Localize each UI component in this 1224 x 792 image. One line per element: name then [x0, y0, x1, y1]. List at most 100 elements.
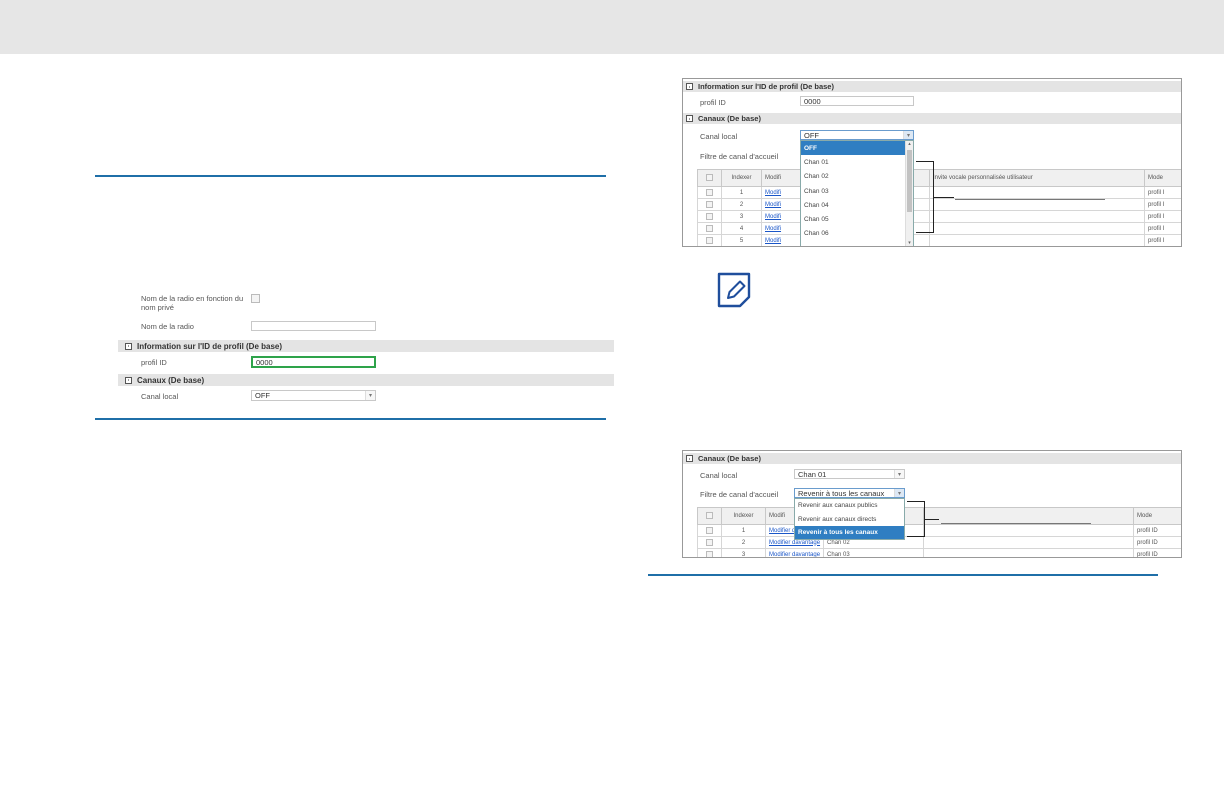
scrollbar-thumb[interactable]: [907, 150, 912, 212]
dropdown-scrollbar[interactable]: ▴ ▾: [905, 141, 913, 246]
right-bottom-screenshot-panel: Canaux (De base) Canal local Chan 01 ▾ F…: [682, 450, 1182, 558]
dropdown-option[interactable]: Revenir aux canaux publics: [795, 499, 904, 513]
scroll-down-icon[interactable]: ▾: [906, 240, 913, 246]
local-channel-label: Canal local: [700, 471, 738, 480]
radio-name-by-private-checkbox[interactable]: [251, 294, 260, 303]
row-name: Chan 03: [823, 548, 925, 557]
dropdown-option[interactable]: OFF: [801, 141, 913, 156]
row-prompt: [923, 548, 1135, 557]
annotation-leader: [934, 197, 954, 198]
collapse-icon[interactable]: [686, 83, 693, 90]
dropdown-option[interactable]: Chan 02: [801, 170, 913, 184]
dropdown-option[interactable]: Chan 01: [801, 155, 913, 169]
annotation-bracket: [907, 501, 925, 537]
row-mode: profil I: [1144, 210, 1181, 223]
collapse-icon[interactable]: [125, 342, 132, 350]
row-modify-link[interactable]: Modifi: [765, 214, 781, 220]
row-modify-link[interactable]: Modifier davantage: [769, 552, 820, 558]
dropdown-option[interactable]: Chan 03: [801, 184, 913, 198]
profile-id-input[interactable]: 0000: [251, 356, 376, 368]
scroll-up-icon[interactable]: ▴: [906, 141, 913, 147]
col-mode[interactable]: Mode: [1144, 169, 1181, 187]
local-channel-select[interactable]: Chan 01 ▾: [794, 469, 905, 479]
row-checkbox[interactable]: [706, 236, 713, 244]
dropdown-option[interactable]: Chan 06: [801, 227, 913, 241]
profile-section-header[interactable]: Information sur l'ID de profil (De base): [683, 81, 1181, 92]
row-checkbox[interactable]: [706, 550, 713, 557]
table-row[interactable]: 5 Modifi profil I: [697, 234, 1181, 246]
local-channel-value: OFF: [255, 391, 270, 400]
collapse-icon[interactable]: [686, 115, 693, 122]
row-voice-prompt: [929, 198, 1145, 211]
annotation-leader: [925, 519, 939, 520]
table-row[interactable]: 4 Modifi profil I: [697, 222, 1181, 235]
col-mode[interactable]: Mode: [1133, 507, 1181, 525]
chevron-down-icon[interactable]: ▾: [365, 391, 375, 400]
local-channel-label: Canal local: [141, 392, 179, 401]
row-modify-link[interactable]: Modifi: [765, 238, 781, 244]
channels-section-header[interactable]: Canaux (De base): [683, 113, 1181, 124]
profile-section-header[interactable]: Information sur l'ID de profil (De base): [118, 340, 614, 352]
row-checkbox[interactable]: [706, 526, 713, 534]
profile-id-input[interactable]: 0000: [800, 96, 914, 106]
dropdown-option[interactable]: Revenir à tous les canaux: [795, 526, 904, 539]
radio-name-input[interactable]: [251, 321, 376, 331]
row-index: 4: [721, 222, 762, 235]
right-top-screenshot-panel: Information sur l'ID de profil (De base)…: [682, 78, 1182, 247]
row-index: 3: [721, 210, 762, 223]
chevron-down-icon[interactable]: ▾: [903, 131, 913, 139]
local-channel-value: Chan 01: [798, 469, 827, 479]
home-filter-label: Filtre de canal d'accueil: [700, 152, 779, 161]
home-filter-label: Filtre de canal d'accueil: [700, 490, 779, 499]
radio-name-label: Nom de la radio: [141, 322, 194, 331]
dropdown-option[interactable]: Revenir aux canaux directs: [795, 513, 904, 527]
annotation-line: [941, 523, 1091, 524]
select-all-checkbox[interactable]: [706, 512, 713, 520]
radio-name-by-private-label: Nom de la radio en fonction du nom privé: [141, 294, 244, 312]
local-channel-value: OFF: [804, 130, 819, 140]
section-rule-right: [648, 574, 1158, 576]
row-checkbox[interactable]: [706, 212, 713, 220]
row-checkbox[interactable]: [706, 188, 713, 196]
home-filter-dropdown[interactable]: Revenir aux canaux publics Revenir aux c…: [794, 498, 905, 540]
select-all-checkbox[interactable]: [706, 174, 713, 182]
row-prompt: [923, 524, 1135, 537]
collapse-icon[interactable]: [125, 376, 132, 384]
row-modify-link[interactable]: Modifi: [765, 202, 781, 208]
channels-section-header[interactable]: Canaux (De base): [683, 453, 1181, 464]
chevron-down-icon[interactable]: ▾: [894, 470, 904, 478]
page-header-band: [0, 0, 1224, 54]
section-rule-bottom: [95, 418, 606, 420]
chevron-down-icon[interactable]: ▾: [894, 489, 904, 497]
row-mode: profil ID: [1133, 524, 1181, 537]
col-index[interactable]: Indexer: [721, 507, 766, 525]
home-filter-select[interactable]: Revenir à tous les canaux ▾: [794, 488, 905, 498]
row-modify-link[interactable]: Modifi: [765, 226, 781, 232]
table-row[interactable]: 3 Modifi profil I: [697, 210, 1181, 223]
col-voice-prompt[interactable]: Invite vocale personnalisée utilisateur: [929, 169, 1145, 187]
section-rule-top: [95, 175, 606, 177]
row-checkbox[interactable]: [706, 538, 713, 546]
row-checkbox[interactable]: [706, 200, 713, 208]
table-row[interactable]: 2 Modifi profil I: [697, 198, 1181, 211]
row-modify-link[interactable]: Modifier davantage: [769, 540, 820, 546]
dropdown-option[interactable]: Chan 04: [801, 198, 913, 212]
collapse-icon[interactable]: [686, 455, 693, 462]
row-mode: profil ID: [1133, 548, 1181, 557]
home-filter-value: Revenir à tous les canaux: [798, 488, 885, 498]
table-row[interactable]: 3 Modifier davantage Chan 03 profil ID: [697, 548, 1181, 558]
local-channel-select[interactable]: OFF ▾: [800, 130, 914, 140]
row-mode: profil I: [1144, 186, 1181, 199]
table-row[interactable]: 1 Modifier davantage profil ID: [697, 524, 1181, 537]
col-index[interactable]: Indexer: [721, 169, 762, 187]
table-row[interactable]: 2 Modifier davantage Chan 02 profil ID: [697, 536, 1181, 549]
channels-section-header[interactable]: Canaux (De base): [118, 374, 614, 386]
profile-id-label: profil ID: [141, 358, 167, 367]
row-checkbox[interactable]: [706, 224, 713, 232]
channels-section-title: Canaux (De base): [137, 375, 205, 385]
row-index: 2: [721, 536, 766, 549]
local-channel-dropdown[interactable]: OFF Chan 01 Chan 02 Chan 03 Chan 04 Chan…: [800, 140, 914, 246]
local-channel-select[interactable]: OFF ▾: [251, 390, 376, 401]
row-modify-link[interactable]: Modifi: [765, 190, 781, 196]
dropdown-option[interactable]: Chan 05: [801, 212, 913, 226]
